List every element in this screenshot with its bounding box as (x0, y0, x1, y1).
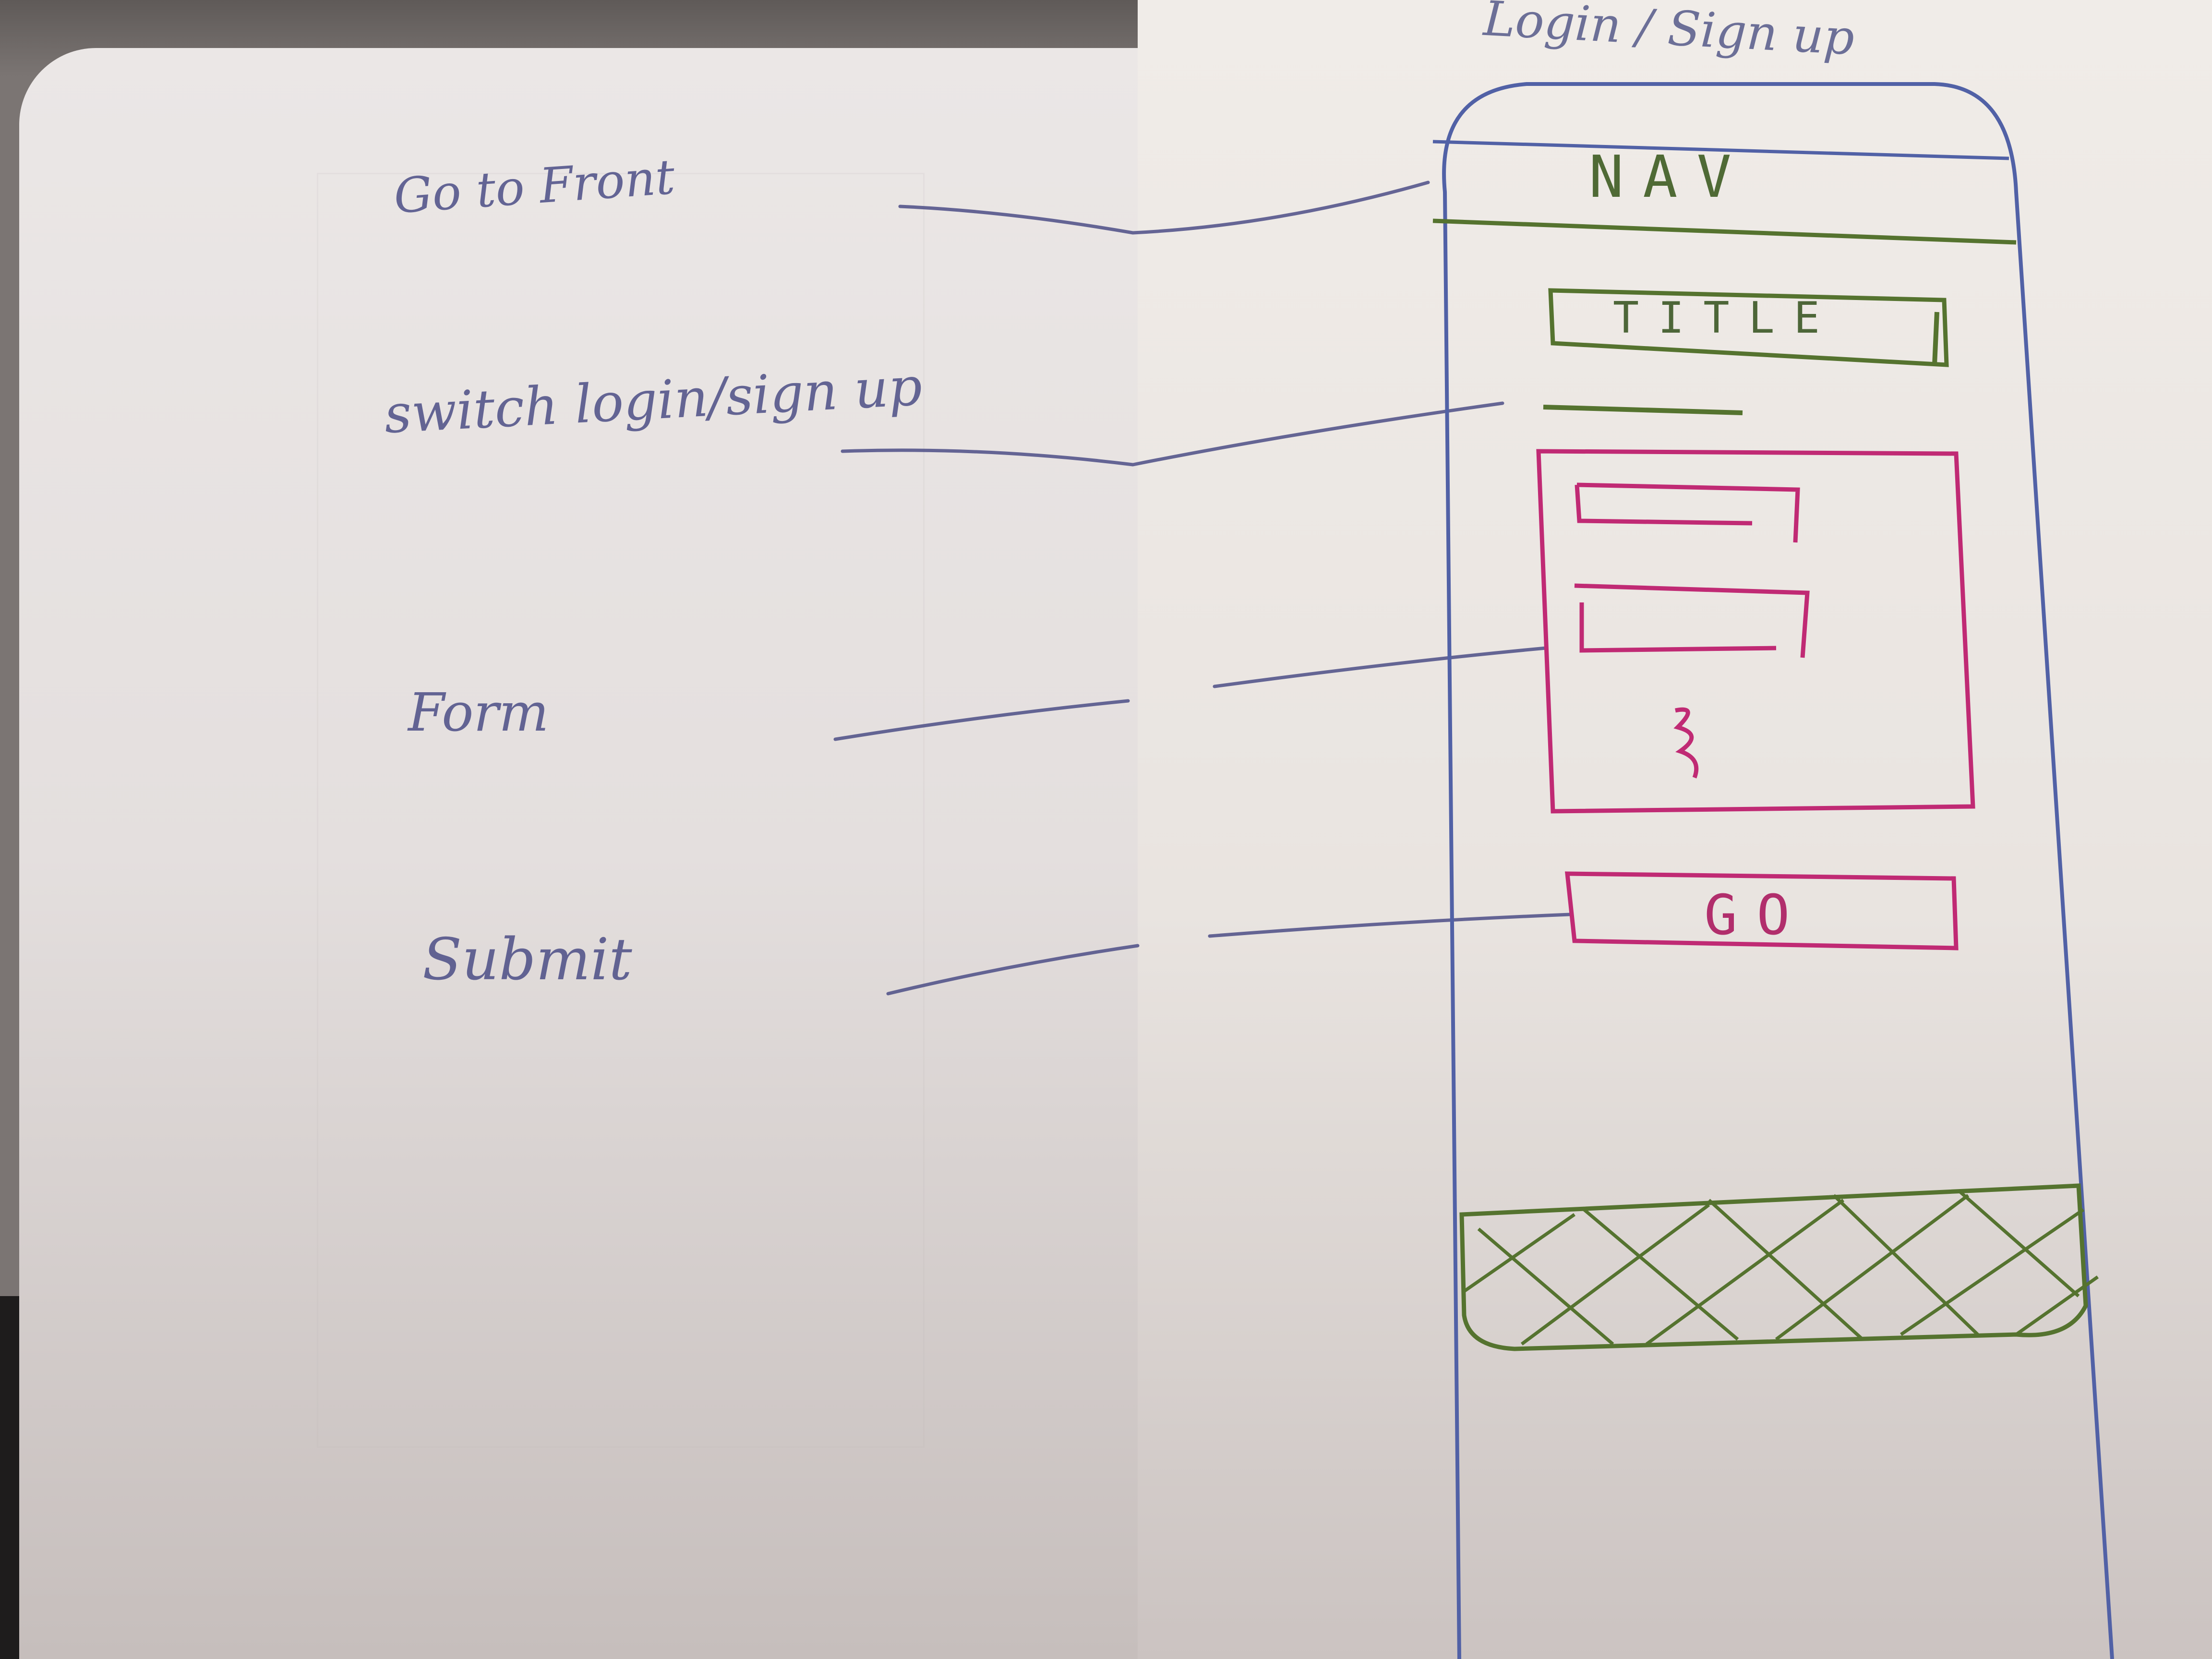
footer-hatching (1463, 1189, 2099, 1346)
form-continuation-mark (1673, 707, 1699, 779)
annotation-form: Form (408, 682, 549, 743)
connector-lines (833, 180, 1572, 996)
input-field-1 (1575, 482, 1800, 543)
connector-switch (841, 401, 1504, 467)
sketch-drawing (833, 82, 2114, 1659)
annotation-submit: Submit (422, 926, 632, 993)
form-box (1536, 449, 1975, 814)
footer-box (1459, 1183, 2088, 1351)
switch-tab-underline (1543, 405, 1743, 415)
input-field-2 (1574, 583, 1810, 658)
title-label: TITLE (1613, 293, 1839, 343)
go-button-label: GO (1704, 883, 1809, 948)
connector-nav (898, 180, 1430, 235)
connector-submit (886, 913, 1572, 996)
nav-label: NAV (1589, 144, 1751, 211)
connector-form (833, 646, 1548, 741)
nav-divider (1432, 218, 2017, 245)
